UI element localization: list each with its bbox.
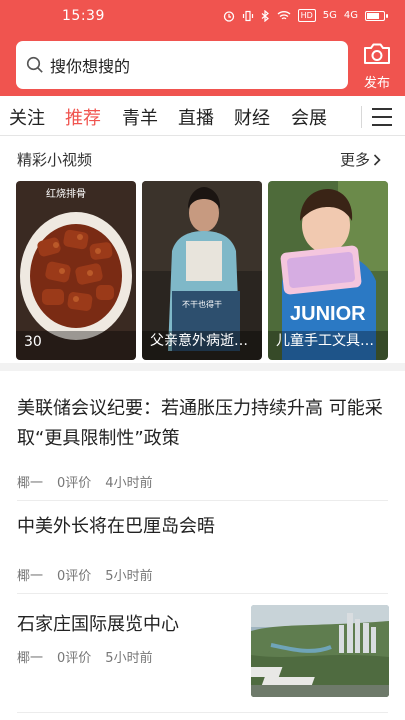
aerial-city-image: [251, 605, 389, 697]
camera-icon: [364, 43, 390, 64]
video-overlay-text: 红烧排骨: [46, 189, 86, 200]
bluetooth-icon: [261, 9, 269, 22]
article-time: 5小时前: [105, 651, 153, 666]
status-time: 15:39: [62, 8, 105, 24]
signal-5g-label: 5G: [322, 10, 337, 21]
article-thumbnail[interactable]: [251, 605, 389, 697]
article-divider: [17, 593, 388, 594]
article-time: 5小时前: [105, 569, 153, 584]
hd-badge: HD: [297, 9, 316, 22]
video-card-food[interactable]: 30 红烧排骨: [16, 181, 136, 360]
more-label: 更多: [340, 151, 371, 169]
alarm-icon: [223, 10, 234, 22]
video-overlay-text: 不干也得干: [182, 300, 222, 309]
tab-huizhan[interactable]: 会展: [291, 104, 327, 130]
video-caption: 儿童手工文具…: [276, 333, 374, 349]
tabs-divider: [361, 106, 362, 128]
channel-menu-icon[interactable]: [372, 108, 392, 132]
video-more-link[interactable]: 更多: [340, 149, 382, 170]
article-divider: [17, 712, 388, 713]
search-box[interactable]: 搜你想搜的: [16, 41, 348, 89]
vibrate-icon: [242, 10, 253, 21]
article-comments: 0评价: [57, 476, 92, 491]
article-comments: 0评价: [57, 651, 92, 666]
tab-qingyang[interactable]: 青羊: [122, 104, 158, 130]
article-title[interactable]: 美联储会议纪要：若通胀压力持续升高 可能采取“更具限制性”政策: [17, 394, 389, 454]
article-title[interactable]: 石家庄国际展览中心: [17, 610, 242, 640]
article-meta: 椰一 0评价 5小时前: [17, 565, 167, 584]
article-meta: 椰一 0评价 4小时前: [17, 472, 167, 491]
status-bar: 15:39 HD 5G 4G: [0, 0, 405, 32]
video-section-title: 精彩小视频: [17, 151, 93, 169]
tab-guanzhu[interactable]: 关注: [9, 104, 45, 130]
article-meta: 椰一 0评价 5小时前: [17, 647, 167, 666]
status-icons: HD 5G 4G: [223, 9, 388, 22]
video-overlay-text: JUNIOR: [290, 303, 366, 325]
video-card-stationery[interactable]: JUNIOR 儿童手工文具…: [268, 181, 388, 360]
battery-icon: [365, 10, 388, 21]
search-placeholder: 搜你想搜的: [50, 57, 131, 76]
section-separator: [0, 363, 405, 371]
video-caption: 30: [24, 334, 42, 350]
article-source: 椰一: [17, 476, 44, 491]
article-divider: [17, 500, 388, 501]
video-caption: 父亲意外病逝…: [150, 333, 248, 349]
article-comments: 0评价: [57, 569, 92, 584]
video-card-story[interactable]: 不干也得干 父亲意外病逝…: [142, 181, 262, 360]
tab-caijing[interactable]: 财经: [234, 104, 270, 130]
tabs-overflow-fade: [355, 102, 373, 128]
wifi-icon: [277, 11, 290, 20]
article-title[interactable]: 中美外长将在巴厘岛会晤: [17, 512, 389, 542]
channel-tabs: 关注 推荐 青羊 直播 财经 会展: [0, 96, 405, 136]
article-source: 椰一: [17, 651, 44, 666]
article-time: 4小时前: [105, 476, 153, 491]
signal-4g-label: 4G: [343, 10, 358, 21]
tab-zhibo[interactable]: 直播: [178, 104, 214, 130]
publish-button[interactable]: 发布: [356, 42, 398, 91]
tab-tuijian[interactable]: 推荐: [65, 104, 101, 130]
article-source: 椰一: [17, 569, 44, 584]
header-bar: 15:39 HD 5G 4G 搜你想搜的 发布: [0, 0, 405, 96]
search-icon: [26, 56, 43, 73]
chevron-right-icon: [373, 153, 381, 166]
publish-label: 发布: [363, 76, 390, 91]
